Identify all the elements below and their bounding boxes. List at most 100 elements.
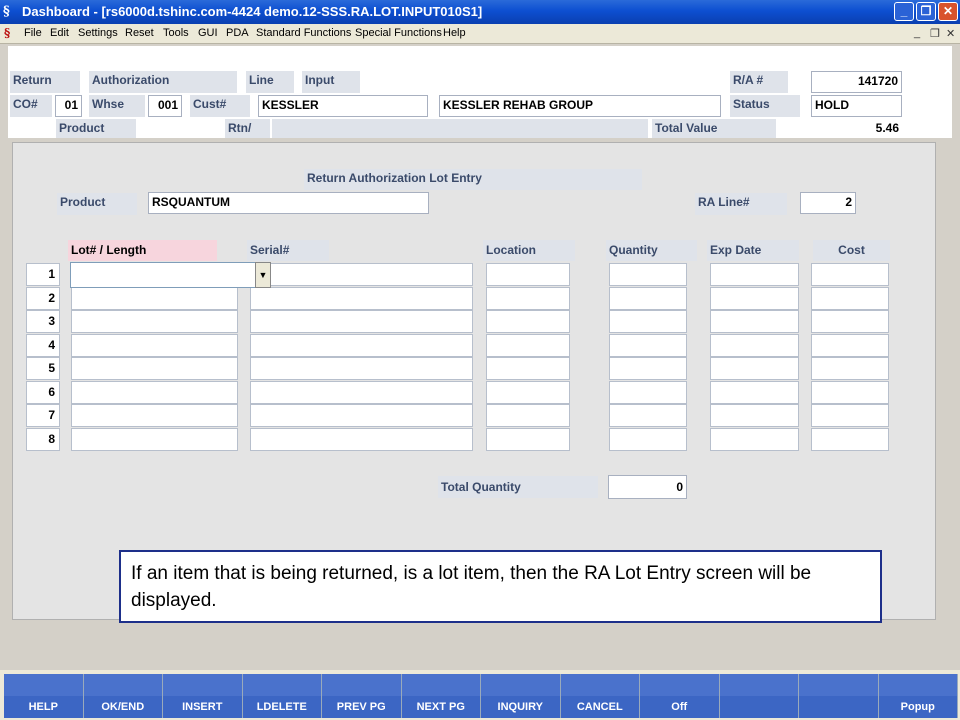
chevron-down-icon[interactable]: ▼ [255,262,271,288]
fkey-blank[interactable] [799,696,879,718]
fkey-off[interactable]: Off [640,696,720,718]
grid-cell-quantity[interactable] [609,404,687,427]
product-field[interactable]: RSQUANTUM [148,192,429,214]
mdi-minimize-icon[interactable]: _ [914,27,920,39]
grid-cell-serial[interactable] [250,263,473,286]
co-field[interactable]: 01 [55,95,82,117]
fkey-top [560,674,640,696]
menu-edit[interactable]: Edit [50,27,69,39]
grid-cell-lot[interactable] [71,357,238,380]
row-number: 8 [26,427,60,451]
menu-file[interactable]: File [24,27,42,39]
grid-cell-serial[interactable] [250,357,473,380]
col-lot-length: Lot# / Length [68,240,217,261]
grid-cell-exp-date[interactable] [710,380,799,404]
grid-cell-lot[interactable] [71,333,238,357]
grid-cell-cost[interactable] [811,427,889,451]
grid-cell-exp-date[interactable] [710,427,799,451]
grid-cell-serial[interactable] [250,286,473,310]
ra-line-field[interactable]: 2 [800,192,856,214]
fkey-popup[interactable]: Popup [878,696,958,718]
fkey-top [242,674,322,696]
fkey-help[interactable]: HELP [4,696,84,718]
ra-number-field[interactable]: 141720 [811,71,902,93]
grid-cell-quantity[interactable] [609,263,687,286]
grid-cell-location[interactable] [486,357,570,380]
fkey-prev-pg[interactable]: PREV PG [322,696,402,718]
grid-cell-lot[interactable] [71,380,238,404]
mdi-close-icon[interactable]: ✕ [946,27,955,40]
fkey-top [83,674,163,696]
product-header-label: Product [56,119,136,138]
grid-cell-cost[interactable] [811,380,889,404]
grid-cell-lot[interactable] [71,404,238,427]
grid-cell-exp-date[interactable] [710,310,799,333]
grid-cell-quantity[interactable] [609,286,687,310]
status-field[interactable]: HOLD [811,95,902,117]
menu-standard-functions[interactable]: Standard Functions [256,27,351,39]
total-quantity-label: Total Quantity [438,476,598,498]
customer-field[interactable]: KESSLER [258,95,428,117]
grid-cell-cost[interactable] [811,263,889,286]
menu-pda[interactable]: PDA [226,27,249,39]
grid-cell-serial[interactable] [250,333,473,357]
row-number: 3 [26,310,60,333]
grid-cell-lot[interactable] [71,310,238,333]
grid-cell-cost[interactable] [811,357,889,380]
maximize-button[interactable]: ❐ [916,2,936,21]
menu-gui[interactable]: GUI [198,27,218,39]
grid-cell-exp-date[interactable] [710,263,799,286]
grid-cell-location[interactable] [486,263,570,286]
minimize-button[interactable]: _ [894,2,914,21]
grid-cell-location[interactable] [486,333,570,357]
fkey-insert[interactable]: INSERT [163,696,243,718]
grid-cell-quantity[interactable] [609,427,687,451]
mdi-restore-icon[interactable]: ❐ [930,27,940,40]
menu-tools[interactable]: Tools [163,27,189,39]
close-button[interactable]: ✕ [938,2,958,21]
grid-cell-cost[interactable] [811,286,889,310]
grid-cell-location[interactable] [486,286,570,310]
total-value-field[interactable]: 5.46 [790,119,902,138]
grid-cell-serial[interactable] [250,404,473,427]
fkey-blank[interactable] [719,696,799,718]
menu-settings[interactable]: Settings [78,27,118,39]
fkey-inquiry[interactable]: INQUIRY [481,696,561,718]
grid-cell-serial[interactable] [250,427,473,451]
grid-cell-cost[interactable] [811,310,889,333]
whse-field[interactable]: 001 [148,95,182,117]
grid-cell-lot[interactable] [71,427,238,451]
fkey-top [640,674,720,696]
menu-reset[interactable]: Reset [125,27,154,39]
menu-special-functions[interactable]: Special Functions [355,27,442,39]
fkey-next-pg[interactable]: NEXT PG [401,696,481,718]
grid-cell-exp-date[interactable] [710,286,799,310]
col-cost: Cost [813,240,890,261]
grid-cell-exp-date[interactable] [710,404,799,427]
grid-cell-location[interactable] [486,404,570,427]
grid-cell-cost[interactable] [811,333,889,357]
grid-cell-quantity[interactable] [609,333,687,357]
lot-dropdown[interactable] [70,262,256,288]
grid-cell-exp-date[interactable] [710,357,799,380]
grid-cell-quantity[interactable] [609,310,687,333]
total-quantity-field[interactable]: 0 [608,475,687,499]
grid-cell-serial[interactable] [250,310,473,333]
grid-cell-quantity[interactable] [609,357,687,380]
row-number: 4 [26,333,60,357]
customer-name-field[interactable]: KESSLER REHAB GROUP [439,95,721,117]
grid-cell-location[interactable] [486,310,570,333]
fkey-ldelete[interactable]: LDELETE [242,696,322,718]
grid-cell-serial[interactable] [250,380,473,404]
grid-cell-quantity[interactable] [609,380,687,404]
grid-cell-lot[interactable] [71,286,238,310]
app-menu-icon[interactable]: § [4,26,10,40]
total-value-label: Total Value [652,119,776,138]
grid-cell-location[interactable] [486,380,570,404]
grid-cell-cost[interactable] [811,404,889,427]
grid-cell-exp-date[interactable] [710,333,799,357]
grid-cell-location[interactable] [486,427,570,451]
fkey-ok-end[interactable]: OK/END [83,696,163,718]
fkey-cancel[interactable]: CANCEL [560,696,640,718]
menu-help[interactable]: Help [443,27,466,39]
